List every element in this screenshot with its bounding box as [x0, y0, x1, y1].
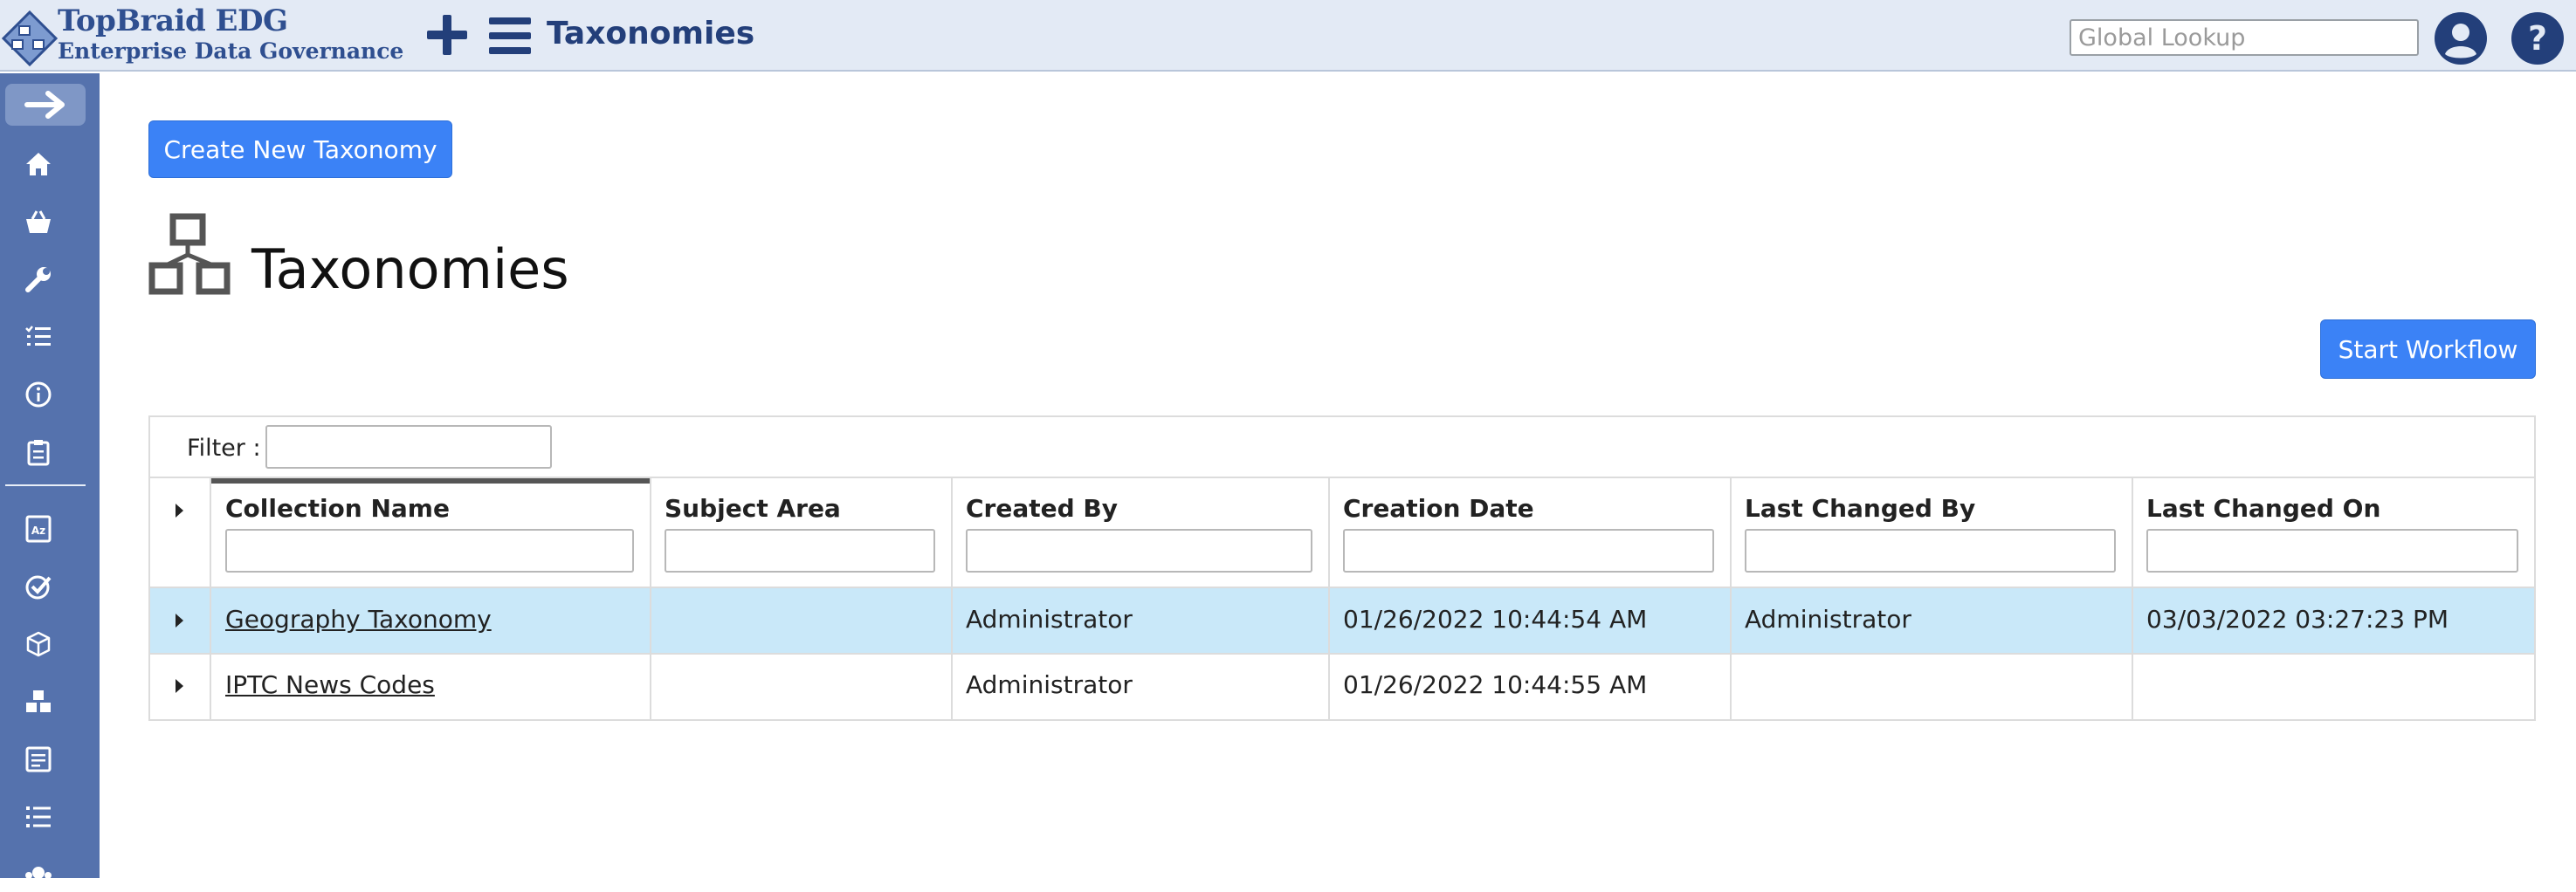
sidebar-item-clipboard[interactable] [21, 435, 56, 470]
document-icon [25, 746, 52, 772]
numbered-list-icon [26, 806, 51, 827]
left-sidebar: Az [0, 73, 100, 879]
column-header-last-changed-on[interactable]: Last Changed On [2146, 494, 2380, 523]
grid-divider [150, 587, 2534, 588]
taxonomy-hierarchy-icon [148, 213, 231, 295]
column-filter-created-by[interactable] [966, 529, 1312, 573]
table-cell-last-changed-by: Administrator [1745, 605, 1911, 634]
check-circle-icon [25, 575, 52, 600]
grid-col-divider [1730, 477, 1732, 721]
sidebar-toggle-button[interactable] [5, 84, 86, 126]
start-workflow-button[interactable]: Start Workflow [2320, 319, 2536, 379]
table-cell-creation-date: 01/26/2022 10:44:54 AM [1343, 605, 1648, 634]
column-filter-creation-date[interactable] [1343, 529, 1714, 573]
filter-input[interactable] [265, 425, 552, 469]
sidebar-item-assets[interactable] [21, 684, 56, 719]
column-header-collection-name[interactable]: Collection Name [225, 494, 450, 523]
grid-divider [150, 653, 2534, 655]
sidebar-item-basket[interactable] [21, 204, 56, 239]
sidebar-item-approvals[interactable] [21, 569, 56, 604]
cubes-icon [26, 690, 51, 712]
help-circle-icon[interactable]: ? [2510, 10, 2566, 66]
logo-diamond-icon [2, 10, 58, 66]
column-header-subject-area[interactable]: Subject Area [665, 494, 841, 523]
basket-icon [26, 210, 51, 233]
sidebar-item-groups[interactable] [21, 857, 56, 892]
row-expand-caret-icon[interactable] [176, 614, 183, 628]
svg-text:Az: Az [31, 525, 45, 537]
row-expand-caret-icon[interactable] [176, 679, 183, 693]
expand-all-caret-icon[interactable] [176, 504, 183, 518]
info-circle-icon [25, 381, 52, 408]
sidebar-item-info[interactable] [21, 377, 56, 412]
column-filter-last-changed-by[interactable] [1745, 529, 2116, 573]
wrench-icon [25, 267, 51, 292]
column-filter-collection-name[interactable] [225, 529, 634, 573]
table-cell-creation-date: 01/26/2022 10:44:55 AM [1343, 670, 1648, 699]
column-filter-subject-area[interactable] [665, 529, 935, 573]
group-icon [25, 867, 52, 879]
task-list-icon [25, 326, 51, 346]
page-title: Taxonomies [251, 237, 569, 301]
arrow-right-icon [24, 91, 65, 119]
column-header-creation-date[interactable]: Creation Date [1343, 494, 1534, 523]
table-cell-last-changed-on: 03/03/2022 03:27:23 PM [2146, 605, 2449, 634]
global-lookup-input[interactable] [2070, 19, 2419, 56]
filter-label: Filter : [187, 435, 261, 462]
table-cell-created-by: Administrator [966, 605, 1133, 634]
sidebar-item-dictionary[interactable]: Az [21, 511, 56, 546]
header-page-title: Taxonomies [547, 16, 755, 51]
hamburger-menu-icon[interactable] [487, 16, 533, 56]
logo-subtitle: Enterprise Data Governance [58, 38, 404, 64]
grid-divider [150, 719, 2534, 721]
sidebar-item-tools[interactable] [21, 262, 56, 297]
grid-col-divider [951, 477, 953, 721]
create-new-taxonomy-button[interactable]: Create New Taxonomy [148, 120, 452, 178]
sidebar-separator [5, 484, 86, 486]
column-filter-last-changed-on[interactable] [2146, 529, 2518, 573]
sidebar-item-documents[interactable] [21, 742, 56, 777]
sidebar-item-lists[interactable] [21, 799, 56, 834]
clipboard-icon [27, 440, 50, 466]
column-header-created-by[interactable]: Created By [966, 494, 1118, 523]
plus-icon[interactable] [424, 12, 470, 58]
sidebar-item-tasks[interactable] [21, 319, 56, 354]
column-header-last-changed-by[interactable]: Last Changed By [1745, 494, 1975, 523]
grid-col-divider [650, 477, 651, 721]
table-cell-collection-name[interactable]: Geography Taxonomy [225, 605, 492, 634]
grid-col-divider [2132, 477, 2133, 721]
sidebar-item-asset[interactable] [21, 627, 56, 662]
dictionary-az-icon: Az [25, 515, 52, 543]
grid-col-divider [210, 477, 211, 721]
cube-icon [26, 631, 51, 657]
logo-title: TopBraid EDG [58, 3, 288, 38]
table-cell-collection-name[interactable]: IPTC News Codes [225, 670, 435, 699]
svg-text:?: ? [2528, 19, 2547, 58]
sidebar-item-home[interactable] [21, 147, 56, 182]
top-header: TopBraid EDG Enterprise Data Governance … [0, 0, 2576, 72]
topbraid-logo[interactable]: TopBraid EDG Enterprise Data Governance [0, 3, 403, 68]
sorted-column-indicator [211, 478, 650, 484]
grid-col-divider [1328, 477, 1330, 721]
home-icon [26, 153, 51, 175]
user-circle-icon[interactable] [2433, 10, 2489, 66]
table-cell-created-by: Administrator [966, 670, 1133, 699]
